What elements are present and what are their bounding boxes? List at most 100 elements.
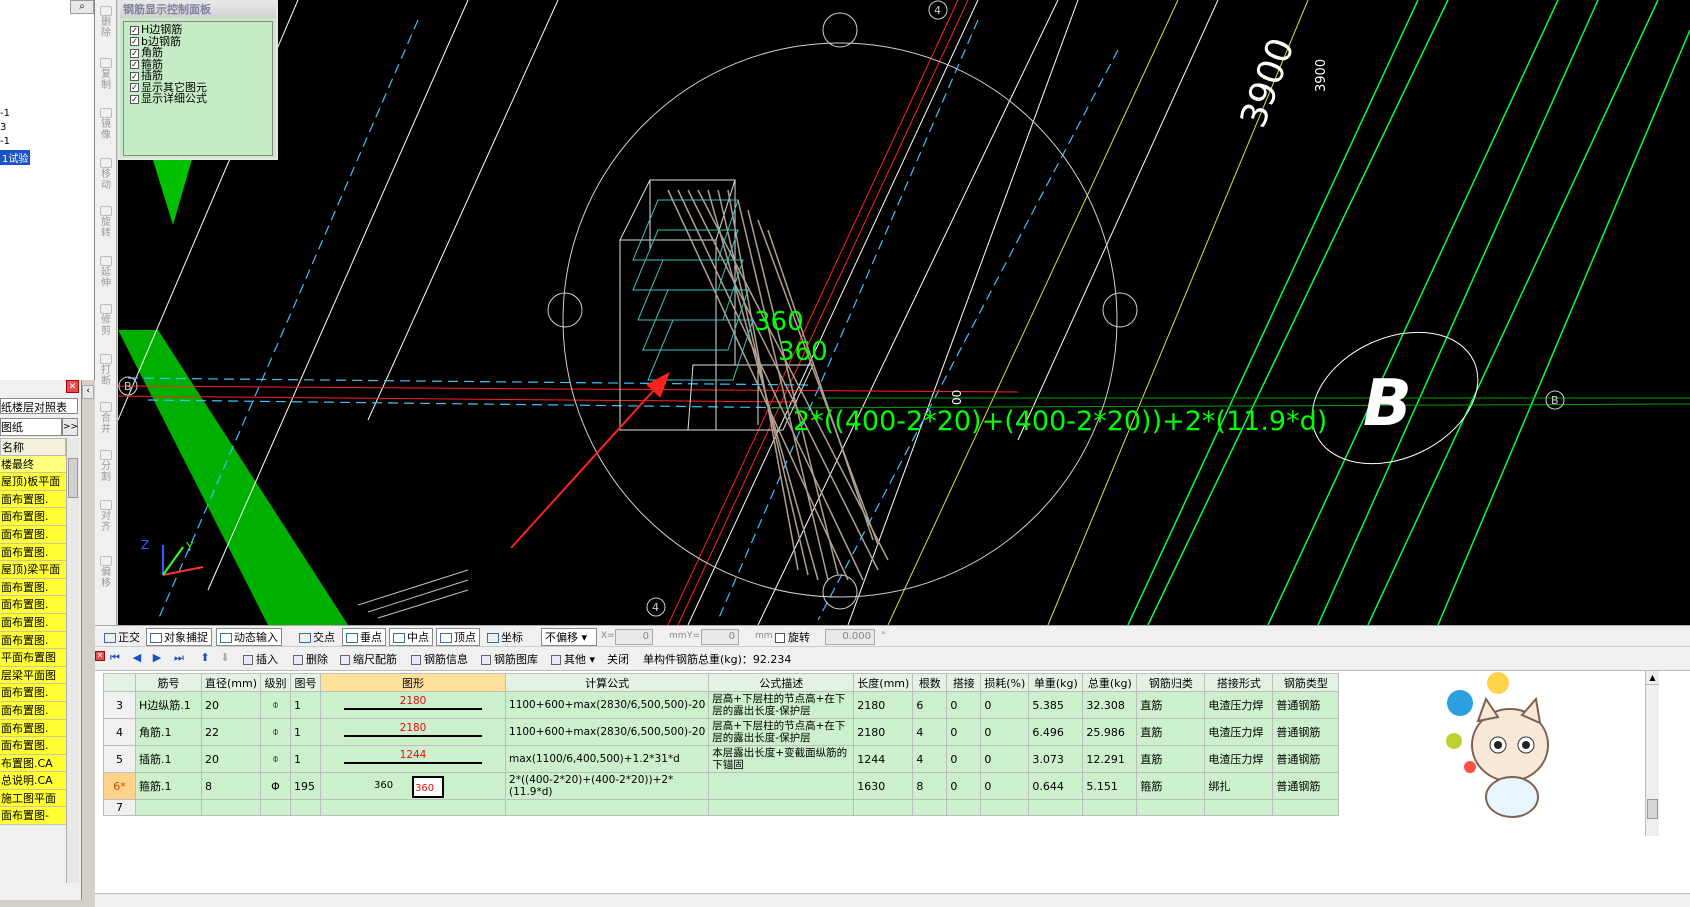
cell-figure-no[interactable]: 1: [290, 718, 322, 746]
cell-loss[interactable]: 0: [980, 772, 1030, 800]
cell-unit-weight[interactable]: 3.073: [1028, 745, 1084, 773]
cell-lap-type[interactable]: 绑扎: [1204, 772, 1274, 800]
row-number[interactable]: 7: [103, 799, 136, 816]
x-input[interactable]: 0: [615, 629, 653, 645]
cell-grade[interactable]: ⌽: [260, 691, 292, 719]
column-header[interactable]: 根数: [912, 673, 948, 692]
cell-length[interactable]: [853, 799, 914, 816]
column-header[interactable]: 计算公式: [505, 673, 710, 692]
cell-name[interactable]: [135, 799, 202, 816]
merge-tool[interactable]: 合并: [98, 402, 114, 435]
cell-length[interactable]: 2180: [853, 691, 914, 719]
trim-tool[interactable]: 修剪: [98, 304, 114, 337]
cell-diameter[interactable]: 22: [200, 718, 262, 746]
collapse-panel-button[interactable]: ‹: [82, 385, 94, 399]
next-record-icon[interactable]: ▶: [151, 652, 163, 664]
tree-item-selected[interactable]: 1试验: [0, 150, 31, 165]
table-row-empty[interactable]: 7: [103, 799, 1340, 816]
break-tool[interactable]: 打断: [98, 354, 114, 387]
cell-unit-weight[interactable]: [1028, 799, 1084, 816]
coordinate-button[interactable]: 坐标: [483, 628, 527, 646]
ortho-button[interactable]: 正交: [100, 628, 144, 646]
cell-count[interactable]: 8: [912, 772, 948, 800]
scale-rebar-button[interactable]: 缩尺配筋: [340, 651, 397, 667]
cell-total-weight[interactable]: 32.308: [1082, 691, 1138, 719]
cell-rebar-type[interactable]: [1272, 799, 1340, 816]
column-header[interactable]: 搭接形式: [1204, 673, 1274, 692]
column-header[interactable]: 搭接: [946, 673, 982, 692]
move-up-icon[interactable]: ⬆: [199, 652, 211, 664]
first-record-icon[interactable]: ⏮: [109, 652, 121, 664]
cell-name[interactable]: 插筋.1: [135, 745, 202, 773]
last-record-icon[interactable]: ⏭: [173, 652, 185, 664]
tree-item[interactable]: 3: [0, 122, 6, 133]
list-item[interactable]: 面布置图-: [0, 807, 66, 826]
cell-formula[interactable]: 1100+600+max(2830/6,500,500)-20: [505, 718, 710, 746]
cell-count[interactable]: 4: [912, 718, 948, 746]
move-tool[interactable]: 移动: [98, 158, 114, 191]
cell-figure-no[interactable]: 1: [290, 745, 322, 773]
cell-lap[interactable]: 0: [946, 718, 982, 746]
cell-description[interactable]: 层高+下层柱的节点高+在下层的露出长度-保护层: [708, 718, 855, 746]
column-header[interactable]: 钢筋类型: [1272, 673, 1340, 692]
cell-grade[interactable]: Φ: [260, 772, 292, 800]
cell-figure-no[interactable]: 1: [290, 691, 322, 719]
cell-description[interactable]: [708, 799, 855, 816]
delete-tool[interactable]: 删除: [98, 6, 114, 39]
column-header[interactable]: 损耗(%): [980, 673, 1030, 692]
row-number[interactable]: 6*: [103, 772, 136, 800]
list-item[interactable]: 屋顶)梁平面: [0, 561, 66, 579]
close-icon[interactable]: ✕: [66, 380, 79, 393]
mirror-tool[interactable]: 镜像: [98, 108, 114, 141]
list-item[interactable]: 面布置图.: [0, 525, 66, 544]
drawing-list-scrollbar[interactable]: [66, 438, 79, 883]
object-snap-button[interactable]: 对象捕捉: [146, 628, 212, 646]
cell-lap[interactable]: 0: [946, 772, 982, 800]
close-icon[interactable]: ✕: [95, 651, 105, 661]
copy-tool[interactable]: 复制: [98, 58, 114, 91]
list-item[interactable]: 面布置图.: [0, 490, 66, 509]
list-item[interactable]: 平面布置图: [0, 649, 66, 667]
cell-lap-type[interactable]: 电渣压力焊: [1204, 718, 1274, 746]
cell-category[interactable]: 直筋: [1136, 718, 1206, 746]
dynamic-input-button[interactable]: 动态输入: [216, 628, 282, 646]
table-row-selected[interactable]: 6* 箍筋.1 8 Φ 195 360 360 2*((400-2*20)+(40…: [103, 772, 1340, 800]
cell-total-weight[interactable]: 25.986: [1082, 718, 1138, 746]
cell-figure-no[interactable]: [290, 799, 322, 816]
combo-expand-button[interactable]: >>: [62, 418, 78, 436]
cell-unit-weight[interactable]: 5.385: [1028, 691, 1084, 719]
cell-formula[interactable]: [505, 799, 710, 816]
cell-length[interactable]: 1630: [853, 772, 914, 800]
vertex-snap-button[interactable]: 顶点: [436, 628, 480, 646]
list-item[interactable]: 楼最终: [0, 455, 66, 474]
perpendicular-snap-button[interactable]: 垂点: [342, 628, 386, 646]
rotation-input[interactable]: 0.000: [825, 629, 875, 645]
cell-unit-weight[interactable]: 6.496: [1028, 718, 1084, 746]
cell-category[interactable]: 直筋: [1136, 745, 1206, 773]
row-number[interactable]: 4: [103, 718, 136, 746]
cell-lap[interactable]: [946, 799, 982, 816]
tree-item[interactable]: -1: [0, 108, 10, 119]
list-item[interactable]: 面布置图.: [0, 596, 66, 614]
list-item[interactable]: 屋顶)板平面: [0, 473, 66, 491]
tab-drawing-floor-map[interactable]: 纸楼层对照表: [0, 398, 78, 414]
cell-figure-no[interactable]: 195: [290, 772, 322, 800]
cell-category[interactable]: 箍筋: [1136, 772, 1206, 800]
other-menu-button[interactable]: 其他 ▾: [551, 651, 595, 667]
list-item[interactable]: 面布置图.: [0, 701, 66, 720]
cell-grade[interactable]: [260, 799, 292, 816]
offset-mode-select[interactable]: 不偏移 ▾: [541, 628, 597, 646]
column-header[interactable]: 总重(kg): [1082, 673, 1138, 692]
split-tool[interactable]: 分割: [98, 450, 114, 483]
cell-formula[interactable]: max(1100/6,400,500)+1.2*31*d: [505, 745, 710, 773]
row-number[interactable]: 5: [103, 745, 136, 773]
cell-grade[interactable]: ⌽: [260, 745, 292, 773]
cell-count[interactable]: 4: [912, 745, 948, 773]
cell-shape[interactable]: [320, 799, 507, 816]
cell-loss[interactable]: 0: [980, 691, 1030, 719]
scroll-up-icon[interactable]: ▲: [1646, 671, 1659, 685]
list-item[interactable]: 面布置图.: [0, 543, 66, 562]
align-tool[interactable]: 对齐: [98, 500, 114, 533]
list-item[interactable]: 总说明.CA: [0, 772, 66, 790]
table-row[interactable]: 4 角筋.1 22 ⌽ 1 2180 1100+600+max(2830/6,5…: [103, 718, 1340, 746]
